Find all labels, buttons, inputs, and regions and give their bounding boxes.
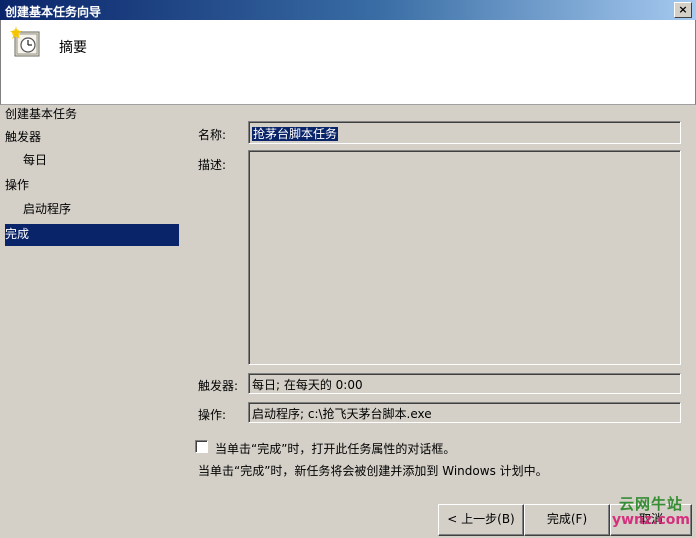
step-trigger[interactable]: 触发器 <box>5 127 179 149</box>
watermark-line2: ywnz.com <box>612 511 690 528</box>
back-button[interactable]: < 上一步(B) <box>438 504 524 536</box>
page-title: 摘要 <box>59 40 87 56</box>
step-daily[interactable]: 每日 <box>5 150 179 172</box>
name-label: 名称: <box>198 128 227 142</box>
site-watermark: 云网牛站 ywnz.com <box>612 496 690 528</box>
finish-button[interactable]: 完成(F) <box>524 504 610 536</box>
action-value: 启动程序; c:\抢飞天茅台脚本.exe <box>252 407 432 421</box>
action-label: 操作: <box>198 408 227 422</box>
wizard-steps-nav: 创建基本任务 触发器 每日 操作 启动程序 完成 <box>0 104 182 538</box>
watermark-line1: 云网牛站 <box>618 495 683 513</box>
trigger-field: 每日; 在每天的 0:00 <box>248 373 681 394</box>
open-properties-label[interactable]: 当单击“完成”时，打开此任务属性的对话框。 <box>215 440 455 457</box>
name-field[interactable]: 抢茅台脚本任务 <box>248 121 681 144</box>
window-title: 创建基本任务向导 <box>5 5 102 19</box>
name-value: 抢茅台脚本任务 <box>252 127 339 141</box>
step-start-program[interactable]: 启动程序 <box>5 199 179 221</box>
description-field[interactable] <box>248 150 681 365</box>
close-button[interactable]: × <box>674 2 692 18</box>
trigger-value: 每日; 在每天的 0:00 <box>252 378 363 392</box>
description-label: 描述: <box>198 158 227 172</box>
step-create-basic-task[interactable]: 创建基本任务 <box>5 104 179 126</box>
trigger-label: 触发器: <box>198 379 239 393</box>
info-text: 当单击“完成”时，新任务将会被创建并添加到 Windows 计划中。 <box>198 464 548 478</box>
step-action[interactable]: 操作 <box>5 175 179 197</box>
scheduled-task-clock-icon <box>9 26 43 60</box>
title-bar: 创建基本任务向导 × <box>0 0 696 20</box>
step-finish[interactable]: 完成 <box>5 224 179 246</box>
open-properties-checkbox[interactable] <box>195 440 208 453</box>
wizard-header: 摘要 <box>0 20 696 105</box>
action-field: 启动程序; c:\抢飞天茅台脚本.exe <box>248 402 681 423</box>
